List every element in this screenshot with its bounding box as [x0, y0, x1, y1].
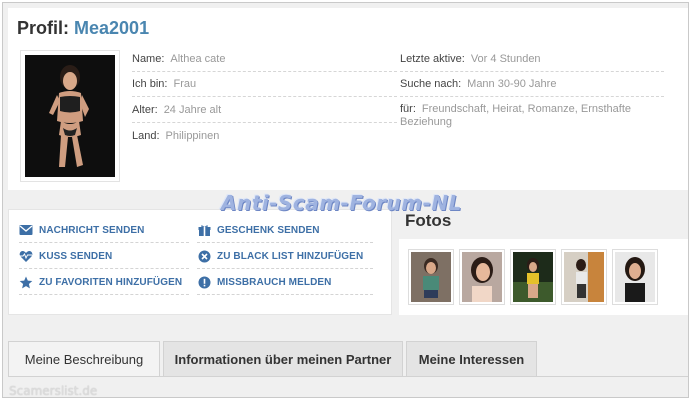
field-name: Name: Althea cate [132, 48, 397, 72]
gift-icon [197, 223, 211, 237]
envelope-icon [19, 223, 33, 237]
send-kiss-button[interactable]: KUSS SENDEN [19, 244, 189, 269]
fotos-strip [399, 239, 688, 315]
profile-photo-image [25, 55, 115, 177]
watermark-text: Anti-Scam-Forum-NL [221, 191, 462, 215]
field-purpose: für: Freundschaft, Heirat, Romanze, Ernst… [400, 103, 632, 128]
photo-thumbnail[interactable] [561, 249, 607, 305]
field-looking-for: Suche nach: Mann 30-90 Jahre [400, 73, 664, 97]
field-country: Land: Philippinen [132, 130, 220, 142]
send-message-button[interactable]: NACHRICHT SENDEN [19, 218, 189, 243]
actions-panel: NACHRICHT SENDEN GESCHENK SENDEN KUSS SE… [8, 209, 392, 315]
tab-meine-beschreibung[interactable]: Meine Beschreibung [8, 341, 160, 377]
profile-photo[interactable] [20, 50, 120, 182]
warning-icon [197, 275, 211, 289]
tab-meine-interessen[interactable]: Meine Interessen [406, 341, 537, 377]
send-gift-button[interactable]: GESCHENK SENDEN [197, 218, 373, 243]
photo-thumbnail[interactable] [510, 249, 556, 305]
add-to-blacklist-button[interactable]: ZU BLACK LIST HINZUFÜGEN [197, 244, 373, 269]
field-age: Alter: 24 Jahre alt [132, 99, 397, 123]
field-last-active: Letzte aktive: Vor 4 Stunden [400, 48, 664, 72]
field-gender: Ich bin: Frau [132, 73, 397, 97]
title-prefix: Profil: [17, 18, 69, 38]
site-watermark: Scamerslist.de [9, 384, 98, 398]
block-icon [197, 249, 211, 263]
photo-thumbnail[interactable] [408, 249, 454, 305]
photo-thumbnail[interactable] [459, 249, 505, 305]
add-to-favorites-button[interactable]: ZU FAVORITEN HINZUFÜGEN [19, 270, 189, 295]
star-icon [19, 275, 33, 289]
tab-partner-info[interactable]: Informationen über meinen Partner [163, 341, 403, 377]
page-title: Profil: Mea2001 [17, 18, 149, 39]
report-abuse-button[interactable]: MISSBRAUCH MELDEN [197, 270, 373, 295]
username: Mea2001 [74, 18, 150, 38]
heartbeat-icon [19, 249, 33, 263]
profile-card: Profil: Mea2001 Name: Althea cate Ich bi… [8, 8, 688, 190]
photo-thumbnail[interactable] [612, 249, 658, 305]
page-frame: Profil: Mea2001 Name: Althea cate Ich bi… [2, 2, 689, 398]
tabs-divider [8, 376, 688, 377]
